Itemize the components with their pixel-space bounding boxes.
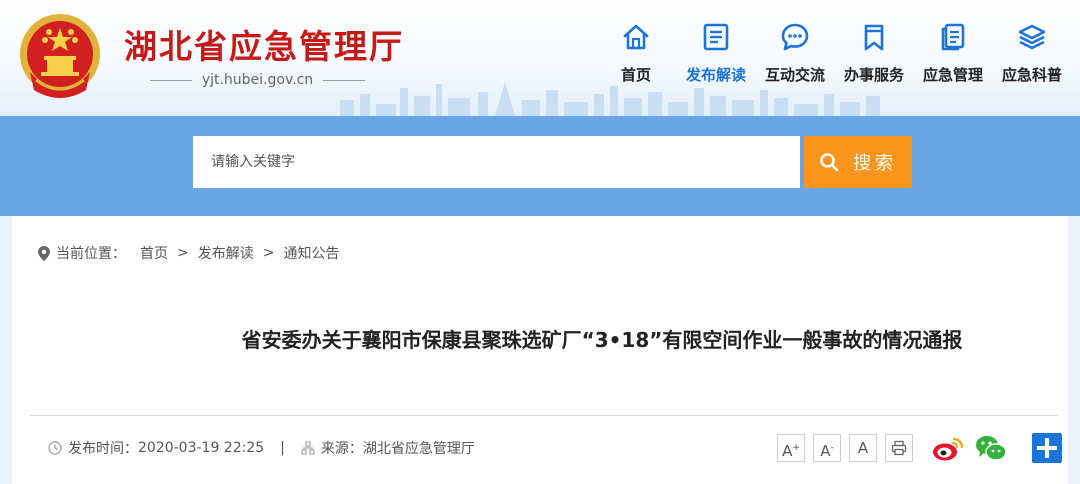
- domain-divider-left: [150, 79, 192, 81]
- font-decrease-button[interactable]: A-: [813, 434, 841, 462]
- nav-item-science[interactable]: 应急科普: [992, 22, 1072, 85]
- share-plus-icon[interactable]: [1032, 433, 1062, 463]
- files-icon: [941, 23, 965, 51]
- search-band: 搜索: [0, 116, 1080, 216]
- clock-icon: [48, 441, 62, 455]
- nav-item-home[interactable]: 首页: [596, 22, 676, 85]
- nav-label-interact: 互动交流: [764, 66, 825, 84]
- article-title: 省安委办关于襄阳市保康县聚珠选矿厂“3•18”有限空间作业一般事故的情况通报: [241, 328, 963, 352]
- print-button[interactable]: [885, 434, 913, 462]
- bookmark-icon: [864, 24, 884, 51]
- location-pin-icon: [38, 245, 50, 261]
- nav-item-services[interactable]: 办事服务: [834, 22, 914, 85]
- meta-separator: |: [280, 440, 285, 456]
- site-title: 湖北省应急管理厅: [124, 27, 404, 66]
- home-icon: [623, 24, 649, 50]
- source-label: 来源：: [320, 441, 363, 457]
- font-increase-mark: +: [792, 443, 800, 453]
- breadcrumb: 当前位置： 首页 > 发布解读 > 通知公告: [38, 243, 339, 263]
- sitemap-icon: [301, 441, 315, 455]
- nav-item-interact[interactable]: 互动交流: [755, 22, 835, 85]
- font-decrease-mark: -: [830, 443, 834, 453]
- search-button-label: 搜索: [853, 153, 897, 174]
- breadcrumb-separator: >: [262, 245, 275, 261]
- article-panel: 当前位置： 首页 > 发布解读 > 通知公告 省安委办关于襄阳市保康县聚珠选矿厂…: [12, 216, 1068, 484]
- print-icon: [891, 440, 907, 456]
- article-source: 湖北省应急管理厅: [362, 441, 475, 457]
- publish-time: 2020-03-19 22:25: [138, 440, 265, 456]
- domain-divider-right: [323, 79, 365, 81]
- nav-label-publish: 发布解读: [685, 66, 746, 84]
- breadcrumb-separator: >: [177, 245, 189, 261]
- font-decrease-glyph: A: [820, 442, 831, 460]
- search-icon: [820, 153, 839, 172]
- nav-item-emergency-mgmt[interactable]: 应急管理: [913, 22, 993, 85]
- nav-label-science: 应急科普: [1001, 66, 1062, 84]
- breadcrumb-publish[interactable]: 发布解读: [198, 243, 254, 263]
- layers-icon: [1018, 24, 1046, 50]
- site-domain: yjt.hubei.gov.cn: [150, 70, 365, 90]
- chat-icon: [781, 23, 809, 51]
- search-button[interactable]: 搜索: [804, 136, 912, 188]
- nav-label-home: 首页: [620, 66, 651, 84]
- nav-label-services: 办事服务: [843, 66, 904, 84]
- title-divider: [30, 415, 1058, 416]
- site-domain-text: yjt.hubei.gov.cn: [201, 72, 314, 88]
- publish-time-label: 发布时间：: [68, 441, 138, 457]
- wechat-icon[interactable]: [975, 433, 1007, 463]
- nav-item-publish[interactable]: 发布解读: [676, 22, 756, 85]
- breadcrumb-label: 当前位置：: [56, 246, 126, 262]
- breadcrumb-notices[interactable]: 通知公告: [283, 243, 339, 263]
- font-increase-button[interactable]: A+: [777, 434, 805, 462]
- document-icon: [703, 23, 729, 51]
- weibo-icon[interactable]: [932, 433, 964, 463]
- article-meta: 发布时间： 2020-03-19 22:25 | 来源： 湖北省应急管理厅: [48, 438, 475, 458]
- breadcrumb-home[interactable]: 首页: [140, 243, 168, 263]
- search-input[interactable]: [193, 136, 800, 188]
- font-increase-glyph: A: [782, 442, 793, 460]
- site-header: 湖北省应急管理厅 yjt.hubei.gov.cn 首页 发布解读 互动交流 办…: [0, 0, 1080, 116]
- national-emblem-icon: [20, 14, 100, 98]
- nav-label-emergency-mgmt: 应急管理: [922, 66, 983, 84]
- font-reset-button[interactable]: A: [849, 434, 877, 462]
